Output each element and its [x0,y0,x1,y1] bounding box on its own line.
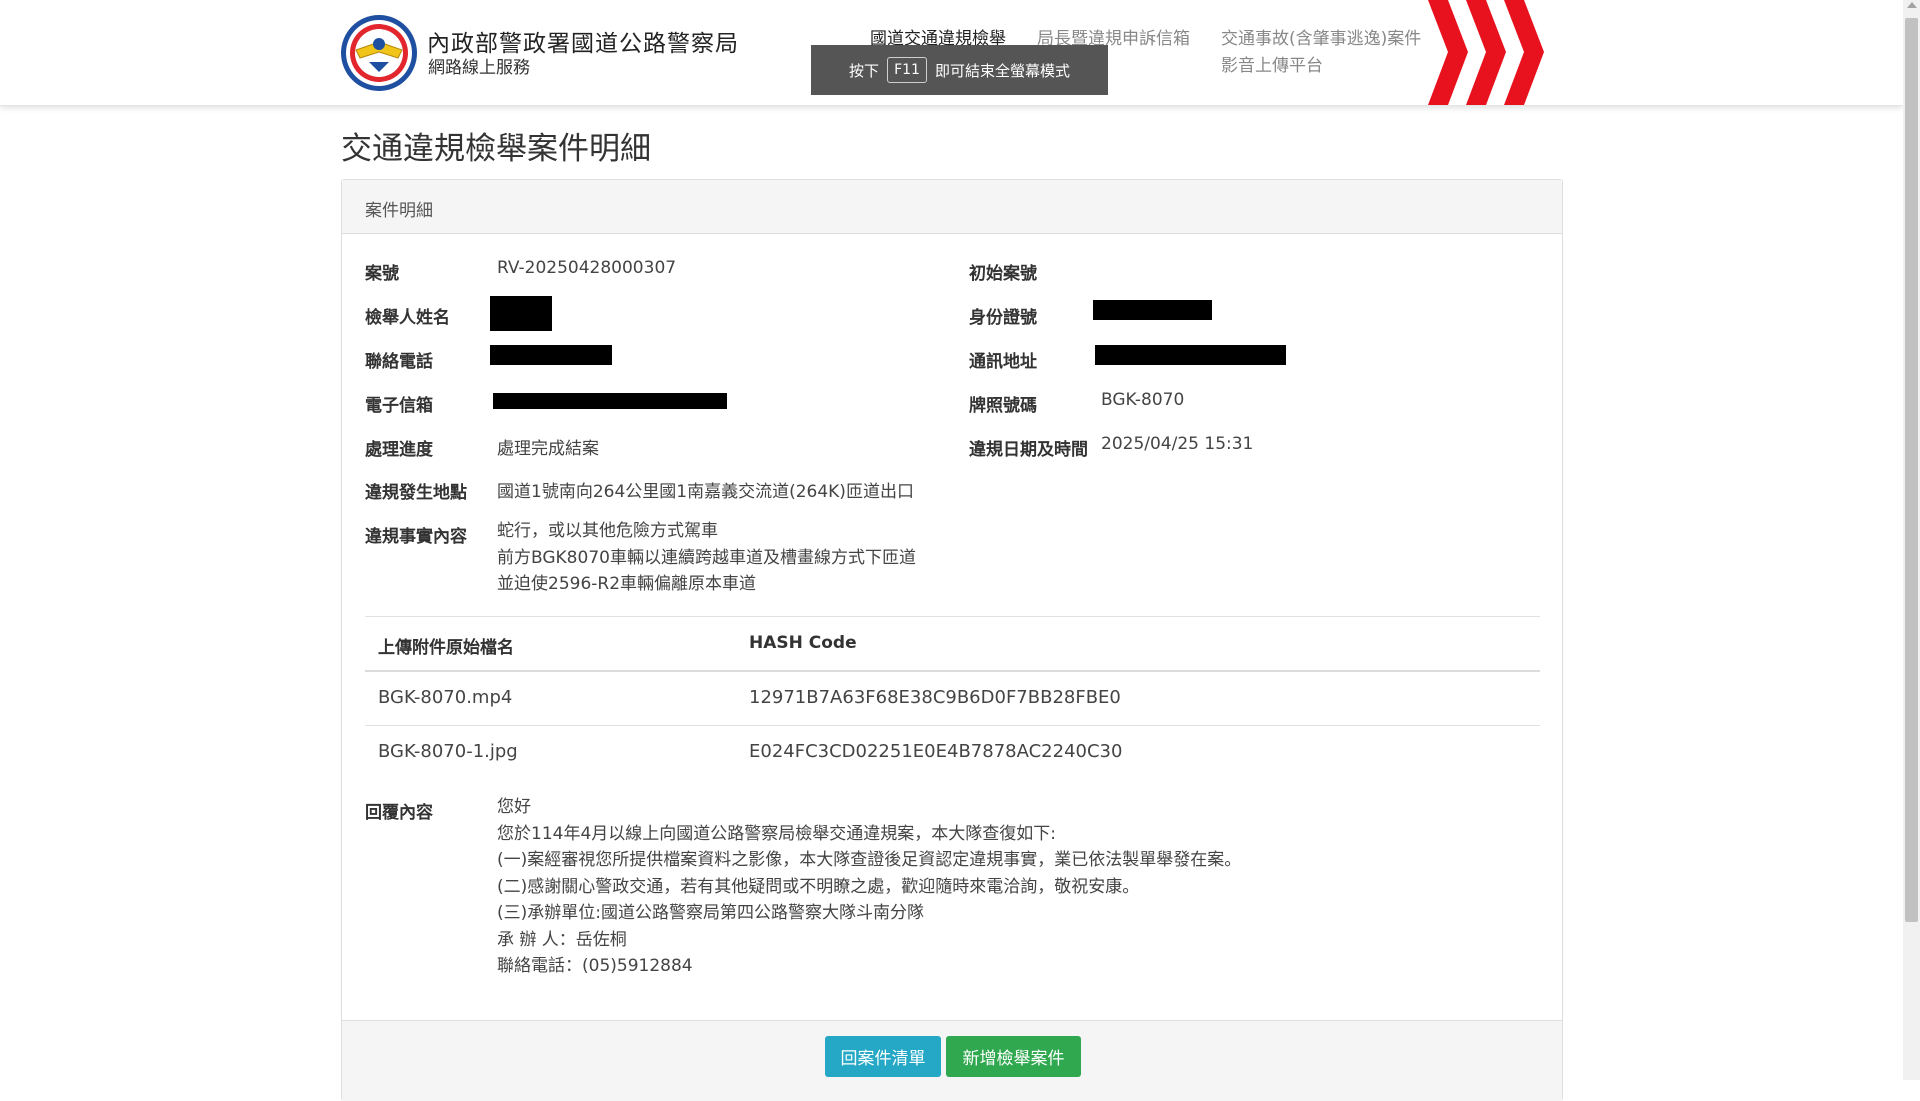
location-label: 違規發生地點 [365,483,467,503]
status-value: 處理完成結案 [497,439,599,459]
attachment-filename: BGK-8070-1.jpg [378,741,518,762]
table-top-divider [365,616,1540,617]
facts-line: 前方BGK8070車輛以連續跨越車道及槽畫線方式下匝道 [497,547,916,568]
reply-label: 回覆內容 [365,803,433,823]
scrollbar-thumb[interactable] [1905,18,1918,922]
reply-line: 您於114年4月以線上向國道公路警察局檢舉交通違規案，本大隊查復如下: [497,823,1056,844]
table-row-divider [365,725,1540,726]
new-report-button[interactable]: 新增檢舉案件 [946,1036,1081,1077]
table-header-divider [365,670,1540,672]
nav-accident-line1: 交通事故(含肇事逃逸)案件 [1221,29,1422,49]
violation-datetime-value: 2025/04/25 15:31 [1101,434,1254,454]
case-no-value: RV-20250428000307 [497,258,677,278]
scroll-up-arrow-icon[interactable] [1907,2,1917,8]
attachment-filename-header: 上傳附件原始檔名 [378,638,514,658]
case-no-label: 案號 [365,264,399,284]
plate-value: BGK-8070 [1101,390,1185,410]
agency-logo-icon[interactable] [340,14,418,92]
plate-label: 牌照號碼 [969,396,1037,416]
attachment-hash-header: HASH Code [749,633,857,653]
initial-case-label: 初始案號 [969,264,1037,284]
attachment-hash: E024FC3CD02251E0E4B7878AC2240C30 [749,741,1123,762]
facts-value: 蛇行，或以其他危險方式駕車 前方BGK8070車輛以連續跨越車道及槽畫線方式下匝… [497,518,916,598]
status-label: 處理進度 [365,440,433,460]
email-redacted [493,393,727,409]
case-detail-panel: 案件明細 案號 RV-20250428000307 檢舉人姓名 聯絡電話 電子信… [341,179,1563,1101]
toast-key: F11 [887,57,927,83]
location-value: 國道1號南向264公里國1南嘉義交流道(264K)匝道出口 [497,482,914,502]
back-to-case-list-button[interactable]: 回案件清單 [825,1036,941,1077]
phone-redacted [490,345,612,365]
id-redacted [1093,300,1212,320]
id-label: 身份證號 [969,308,1037,328]
fullscreen-toast: 按下 F11 即可結束全螢幕模式 [811,45,1108,95]
agency-subtitle: 網路線上服務 [428,58,530,78]
facts-label: 違規事實內容 [365,527,467,547]
nav-accident-video-upload[interactable]: 交通事故(含肇事逃逸)案件 影音上傳平台 [1221,26,1421,80]
reply-line: 承 辦 人：岳佐桐 [497,929,627,950]
reply-content: 您好 您於114年4月以線上向國道公路警察局檢舉交通違規案，本大隊查復如下: (… [497,794,1241,980]
reporter-name-redacted [490,296,552,331]
reply-line: (三)承辦單位:國道公路警察局第四公路警察大隊斗南分隊 [497,903,924,923]
address-label: 通訊地址 [969,352,1037,372]
facts-line: 蛇行，或以其他危險方式駕車 [497,521,718,541]
email-label: 電子信箱 [365,396,433,416]
reply-line: (二)感謝關心警政交通，若有其他疑問或不明瞭之處，歡迎隨時來電洽詢，敬祝安康。 [497,876,1140,897]
reply-line: 您好 [497,797,531,817]
reply-line: (一)案經審視您所提供檔案資料之影像，本大隊查證後足資認定違規事實，業已依法製單… [497,850,1242,870]
panel-heading: 案件明細 [342,180,1562,234]
facts-line: 並迫使2596-R2車輛偏離原本車道 [497,574,757,594]
reporter-name-label: 檢舉人姓名 [365,308,450,328]
address-redacted [1095,345,1286,365]
toast-suffix: 即可結束全螢幕模式 [934,61,1070,80]
chevron-decoration-icon [1428,0,1544,105]
page-title: 交通違規檢舉案件明細 [341,131,651,167]
phone-label: 聯絡電話 [365,352,433,372]
violation-datetime-label: 違規日期及時間 [969,440,1088,460]
reply-line: 聯絡電話：(05)5912884 [497,956,693,976]
nav-accident-line2: 影音上傳平台 [1221,56,1323,76]
attachment-filename: BGK-8070.mp4 [378,687,513,708]
panel-heading-text: 案件明細 [365,201,433,221]
toast-prefix: 按下 [849,61,880,80]
attachment-hash: 12971B7A63F68E38C9B6D0F7BB28FBE0 [749,687,1121,708]
